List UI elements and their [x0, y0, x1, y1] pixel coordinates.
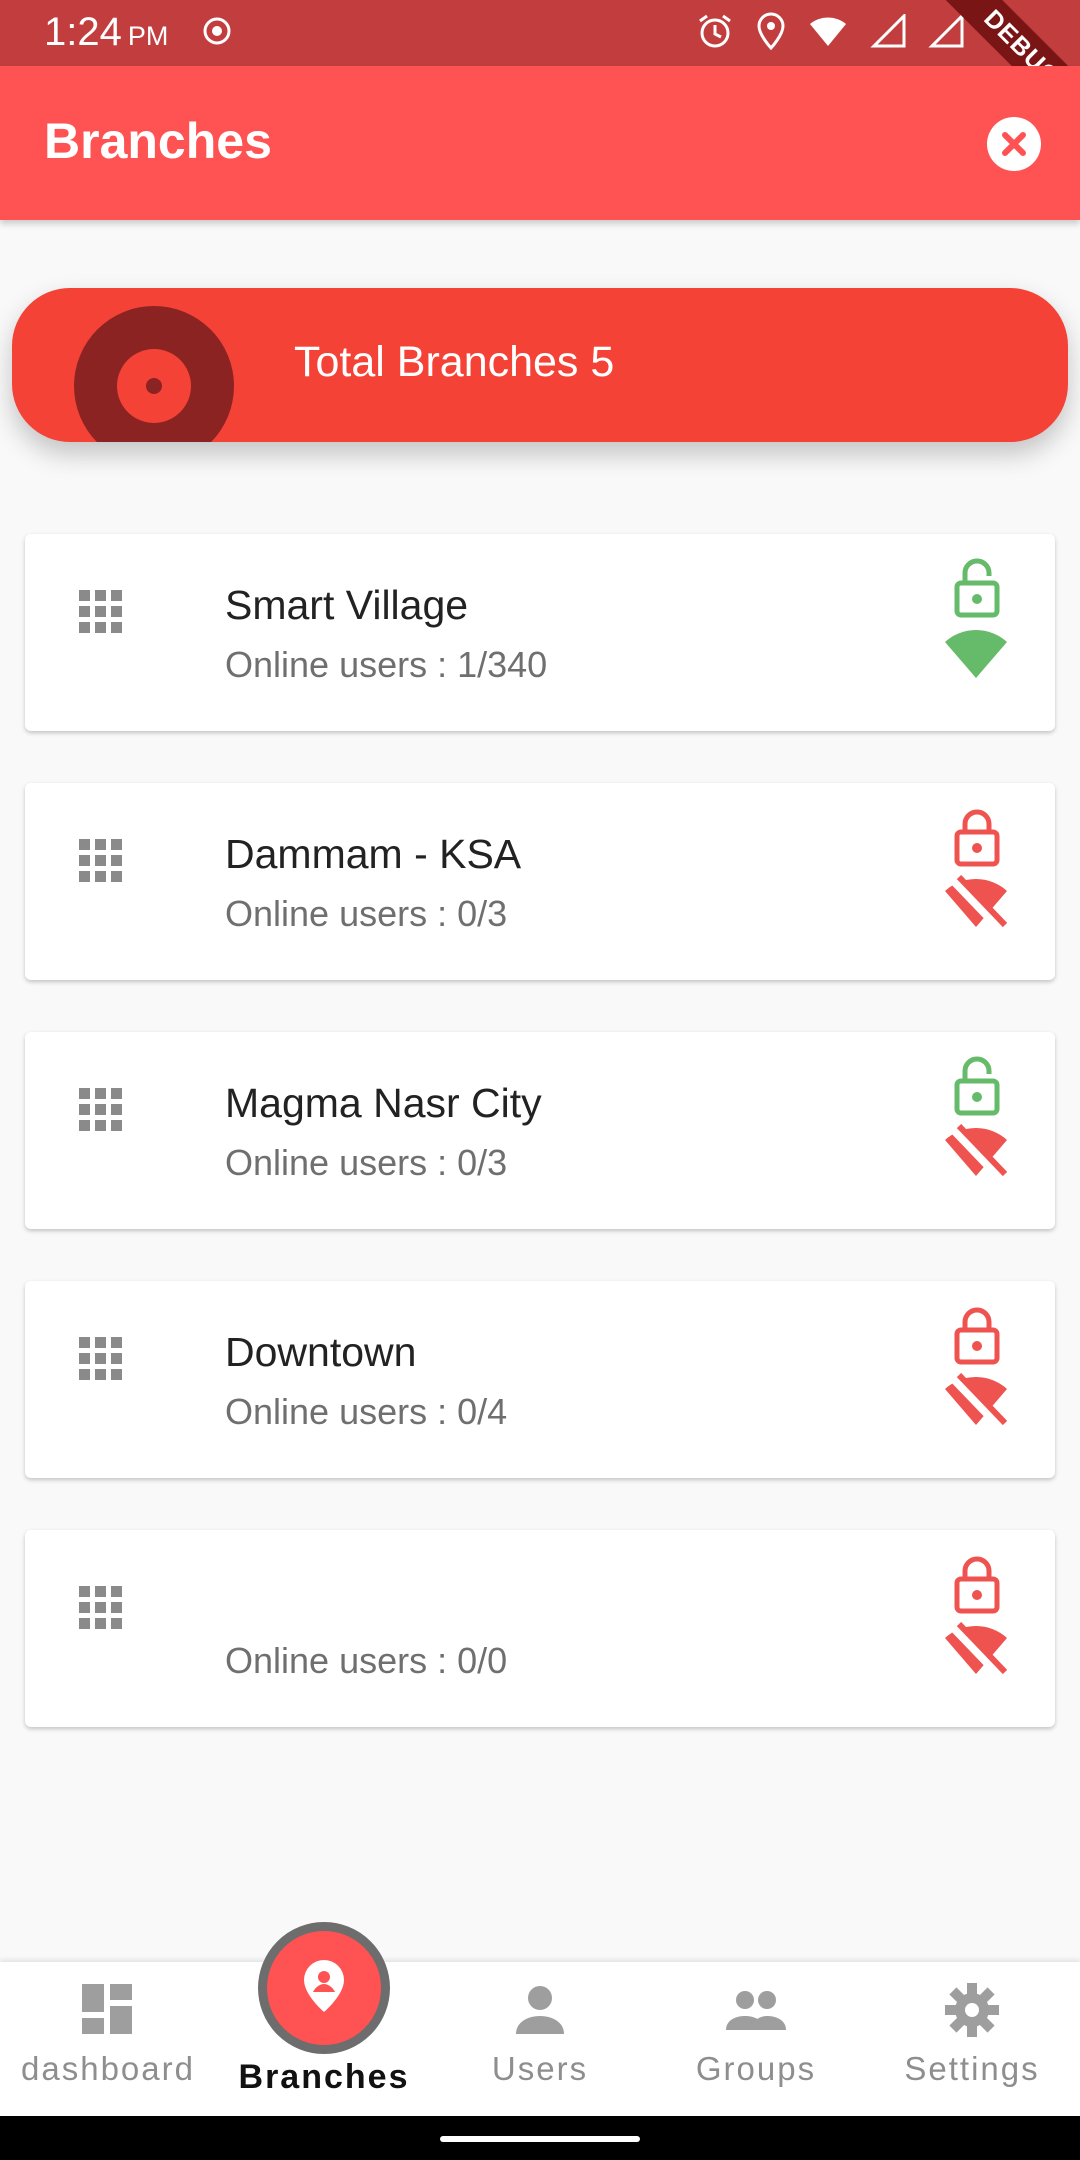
nav-item-users[interactable]: Users	[432, 1962, 648, 2116]
alarm-icon	[696, 12, 734, 55]
wifi-off-icon	[943, 1372, 1009, 1434]
wifi-off-icon	[943, 1621, 1009, 1683]
nav-label-groups: Groups	[695, 2050, 817, 2087]
branch-name: Downtown	[225, 1329, 417, 1375]
signal-icon-2	[928, 12, 964, 53]
online-users: Online users : 1/340	[225, 644, 547, 686]
nav-item-branches[interactable]	[258, 1922, 390, 2054]
branch-card[interactable]: Smart Village Online users : 1/340	[25, 534, 1055, 731]
grid-icon	[79, 590, 123, 639]
nav-item-groups[interactable]: Groups	[648, 1962, 864, 2116]
close-button[interactable]	[986, 116, 1042, 172]
wifi-off-icon	[943, 1123, 1009, 1185]
online-users-value: 0/0	[457, 1640, 508, 1681]
online-users-value: 0/3	[457, 1142, 508, 1183]
nav-label-users: Users	[491, 2050, 589, 2087]
lock-icon	[953, 807, 1001, 872]
online-users-label: Online users :	[225, 893, 458, 934]
online-users-value: 1/340	[457, 644, 548, 685]
unlocked-icon	[953, 558, 1001, 623]
branch-name: Magma Nasr City	[225, 1080, 542, 1126]
lock-icon	[953, 1305, 1001, 1370]
unlocked-icon	[953, 1056, 1001, 1121]
nav-label-settings: Settings	[904, 2050, 1040, 2087]
status-time-value: 1:24	[44, 10, 122, 54]
home-indicator[interactable]	[440, 2136, 640, 2142]
nav-label-dashboard: dashboard	[21, 2050, 195, 2087]
signal-icon	[870, 12, 906, 53]
location-pin-icon	[300, 1958, 348, 2019]
lock-icon	[953, 1554, 1001, 1619]
person-icon	[510, 1982, 570, 2043]
grid-icon	[79, 1088, 123, 1137]
target-icon	[72, 304, 236, 442]
online-users: Online users : 0/3	[225, 1142, 507, 1184]
app-bar: Branches	[0, 66, 1080, 220]
branch-card[interactable]: Downtown Online users : 0/4	[25, 1281, 1055, 1478]
total-branches-label: Total Branches 5	[294, 338, 615, 386]
status-time: 1:24 PM	[44, 10, 168, 55]
grid-icon	[79, 1337, 123, 1386]
online-users: Online users : 0/4	[225, 1391, 507, 1433]
online-users: Online users : 0/3	[225, 893, 507, 935]
branch-name: Smart Village	[225, 582, 469, 628]
group-icon	[726, 1982, 786, 2043]
status-bar: 1:24 PM DEBUG	[0, 0, 1080, 147]
online-users: Online users : 0/0	[225, 1640, 507, 1682]
wifi-icon	[943, 626, 1009, 687]
status-time-ampm: PM	[127, 21, 169, 51]
location-icon	[756, 12, 786, 55]
nav-item-settings[interactable]: Settings	[864, 1962, 1080, 2116]
page-title: Branches	[44, 113, 272, 169]
branch-card[interactable]: Dammam - KSA Online users : 0/3	[25, 783, 1055, 980]
total-branches-banner: Total Branches 5	[12, 288, 1068, 442]
branch-name: Dammam - KSA	[225, 831, 522, 877]
grid-icon	[79, 839, 123, 888]
close-icon	[987, 117, 1041, 171]
system-navigation-bar	[0, 2116, 1080, 2160]
online-users-value: 0/4	[457, 1391, 508, 1432]
online-users-label: Online users :	[225, 1142, 458, 1183]
branch-card[interactable]: Magma Nasr City Online users : 0/3	[25, 1032, 1055, 1229]
online-users-label: Online users :	[225, 644, 458, 685]
nav-item-dashboard[interactable]: dashboard	[0, 1962, 216, 2116]
gear-icon	[942, 1982, 1002, 2043]
branch-list: Smart Village Online users : 1/340 Damma…	[25, 534, 1055, 1779]
branch-card[interactable]: Online users : 0/0	[25, 1530, 1055, 1727]
grid-icon	[79, 1586, 123, 1635]
dashboard-icon	[78, 1982, 138, 2043]
online-users-label: Online users :	[225, 1391, 458, 1432]
online-users-value: 0/3	[457, 893, 508, 934]
recording-icon	[202, 16, 232, 51]
wifi-off-icon	[943, 874, 1009, 936]
online-users-label: Online users :	[225, 1640, 458, 1681]
bottom-navigation: dashboard Users Groups Settings Branches	[0, 1922, 1080, 2116]
wifi-status-icon	[808, 14, 848, 53]
nav-label-branches: Branches	[238, 2058, 410, 2096]
